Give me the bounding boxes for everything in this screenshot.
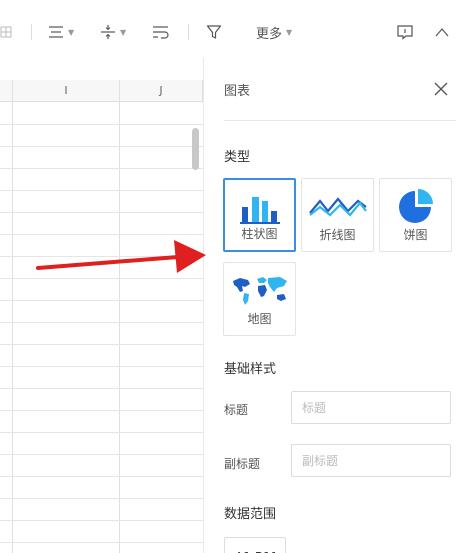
cell-format-icon[interactable]	[0, 20, 14, 44]
vertical-scrollbar[interactable]	[192, 128, 199, 170]
more-button[interactable]: 更多 ▼	[256, 20, 292, 44]
style-section-heading: 基础样式	[224, 362, 277, 377]
chart-type-label: 地图	[247, 312, 272, 326]
chart-panel: 图表 类型 柱状图 折线图 饼图 地图 基础样式 标题 标题 副标题 副标题 数…	[203, 58, 456, 553]
pie-chart-icon	[380, 187, 451, 225]
column-gridline	[119, 80, 120, 553]
row-gridline	[0, 322, 203, 323]
chart-subtitle-input[interactable]	[291, 444, 451, 477]
filter-icon	[206, 25, 222, 39]
column-gridline	[12, 80, 13, 553]
row-gridline	[0, 432, 203, 433]
row-gridline	[0, 190, 203, 191]
panel-title: 图表	[224, 84, 251, 99]
row-gridline	[0, 520, 203, 521]
valign-icon	[101, 25, 115, 39]
chart-type-map[interactable]: 地图	[223, 262, 296, 336]
row-gridline	[0, 146, 203, 147]
wrap-text-button[interactable]	[152, 20, 170, 44]
panel-divider	[224, 120, 456, 121]
row-gridline	[0, 344, 203, 345]
wrap-icon	[153, 26, 169, 39]
comment-button[interactable]	[396, 20, 414, 44]
map-chart-icon	[224, 271, 295, 309]
title-field-label: 标题	[224, 403, 249, 417]
toolbar: ▼ ▼ 更多 ▼	[0, 0, 456, 60]
row-gridline	[0, 366, 203, 367]
row-gridline	[0, 476, 203, 477]
subtitle-field-label: 副标题	[224, 457, 261, 471]
line-chart-icon	[302, 187, 373, 225]
column-header-j[interactable]: J	[120, 80, 203, 102]
range-section-heading: 数据范围	[224, 507, 277, 522]
more-label: 更多	[256, 26, 283, 42]
toolbar-divider	[31, 24, 32, 40]
filter-button[interactable]	[206, 20, 222, 44]
close-icon	[434, 82, 448, 96]
column-header-i[interactable]: I	[13, 80, 120, 102]
type-section-heading: 类型	[224, 150, 251, 165]
row-gridline	[0, 542, 203, 543]
collapse-toolbar-button[interactable]	[434, 20, 450, 44]
chart-type-label: 饼图	[403, 228, 428, 242]
row-gridline	[0, 278, 203, 279]
row-gridline	[0, 388, 203, 389]
row-gridline	[0, 454, 203, 455]
chart-type-bar[interactable]: 柱状图	[223, 178, 296, 252]
row-gridline	[0, 234, 203, 235]
align-icon	[49, 26, 63, 38]
close-button[interactable]	[432, 80, 450, 98]
data-range-input[interactable]	[224, 537, 286, 553]
row-gridline	[0, 256, 203, 257]
row-gridline	[0, 410, 203, 411]
row-gridline	[0, 168, 203, 169]
row-gridline	[0, 300, 203, 301]
chart-title-input[interactable]	[291, 391, 451, 424]
chart-type-label: 折线图	[319, 228, 356, 242]
comment-icon	[397, 25, 413, 40]
column-label: I	[64, 84, 68, 97]
chart-type-line[interactable]: 折线图	[301, 178, 374, 252]
column-label: J	[159, 84, 163, 97]
chevron-up-icon	[435, 28, 449, 37]
toolbar-divider	[188, 24, 189, 40]
bar-chart-icon	[225, 188, 294, 226]
vertical-align-button[interactable]: ▼	[100, 20, 126, 44]
row-gridline	[0, 124, 203, 125]
spreadsheet-grid[interactable]: I J	[0, 80, 203, 553]
chart-type-pie[interactable]: 饼图	[379, 178, 452, 252]
row-gridline	[0, 212, 203, 213]
align-button[interactable]: ▼	[48, 20, 74, 44]
row-gridline	[0, 498, 203, 499]
chart-type-label: 柱状图	[241, 227, 278, 241]
